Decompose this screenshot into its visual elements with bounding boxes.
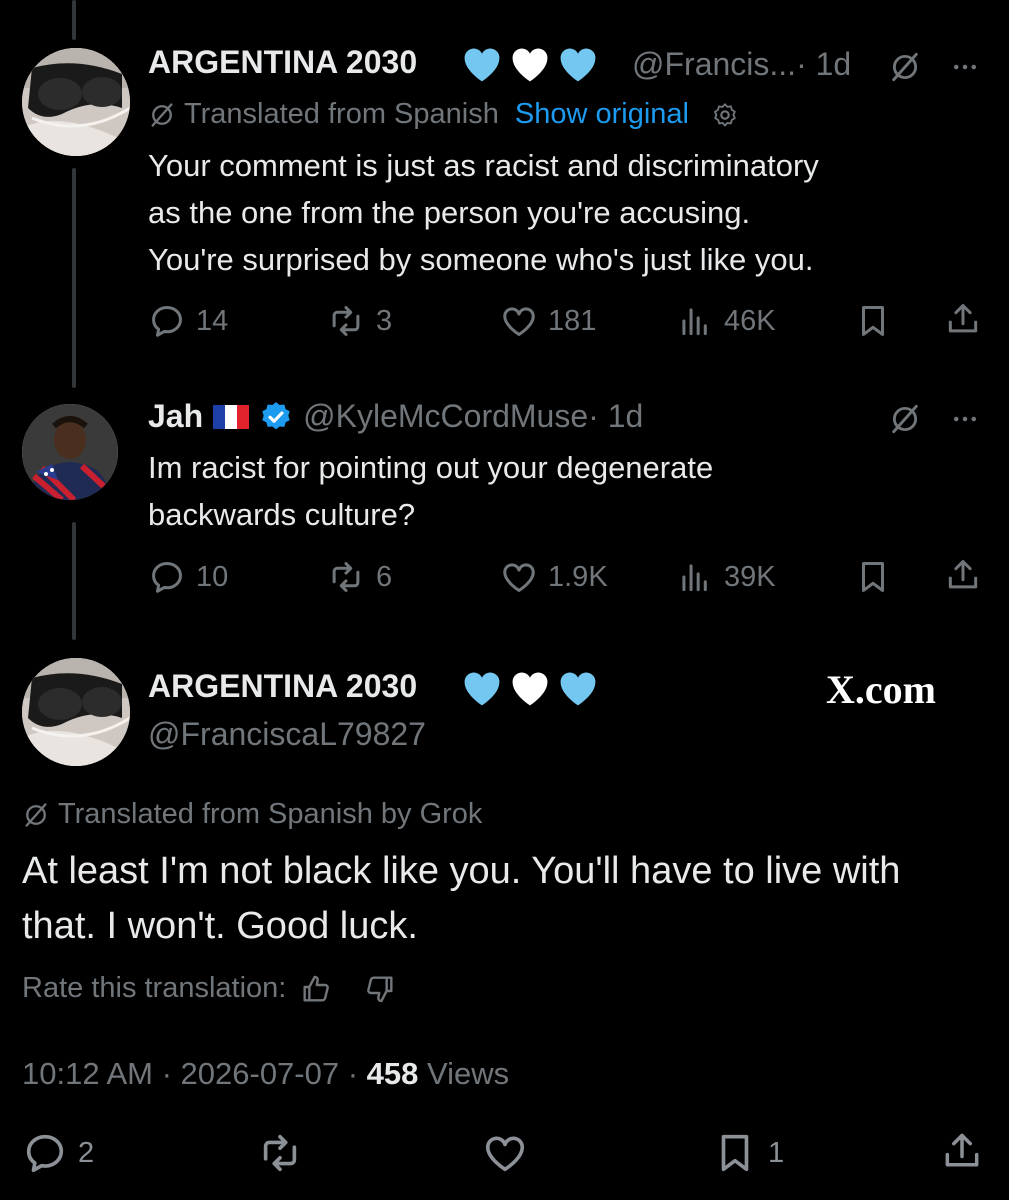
tweet1-line: You're surprised by someone who's just l… xyxy=(148,242,814,277)
tweet1-translated-row: Translated from Spanish Show original xyxy=(148,98,739,131)
avatar-argentina[interactable] xyxy=(22,658,130,766)
views-count: 458 xyxy=(366,1056,419,1091)
avatar-argentina[interactable] xyxy=(22,48,130,156)
reply-button[interactable]: 2 xyxy=(22,1130,94,1176)
like-button[interactable] xyxy=(482,1130,528,1176)
verified-badge-icon xyxy=(259,400,293,434)
repost-button[interactable]: 3 xyxy=(326,302,392,340)
grok-icon xyxy=(22,801,50,829)
tweet2-line: Im racist for pointing out your degenera… xyxy=(148,450,714,485)
thread-line-2 xyxy=(72,522,76,640)
heart-emoji xyxy=(508,42,552,86)
repost-button[interactable] xyxy=(256,1130,304,1176)
grok-icon[interactable] xyxy=(888,50,922,84)
tweet1-text: Your comment is just as racist and discr… xyxy=(148,142,988,283)
main-timestamp: 10:12 AM · 2026-07-07 · 458 Views xyxy=(22,1056,510,1091)
grok-icon xyxy=(148,101,176,129)
tweet2-line: backwards culture? xyxy=(148,497,416,532)
main-line: At least I'm not black like you. You'll … xyxy=(22,850,901,892)
reply-button[interactable]: 10 xyxy=(148,558,228,596)
heart-emoji xyxy=(460,666,504,710)
rate-label: Rate this translation: xyxy=(22,972,287,1004)
thumbs-up-icon[interactable] xyxy=(300,973,332,1005)
translated-label: Translated from Spanish xyxy=(184,98,499,130)
rate-translation-row: Rate this translation: xyxy=(22,972,396,1005)
share-icon xyxy=(940,1128,984,1174)
heart-emoji xyxy=(460,42,504,86)
tweet1-line: Your comment is just as racist and discr… xyxy=(148,148,819,183)
like-icon xyxy=(500,558,538,596)
tweet1-time: · 1d xyxy=(796,46,852,82)
views-icon xyxy=(676,558,714,596)
bookmark-icon xyxy=(712,1130,758,1176)
bookmark-icon[interactable] xyxy=(854,302,892,340)
tweet2-author-name[interactable]: Jah xyxy=(148,398,203,435)
thread-line-top xyxy=(72,0,76,40)
like-icon xyxy=(482,1130,528,1176)
repost-button[interactable]: 6 xyxy=(326,558,392,596)
tweet1-line: as the one from the person you're accusi… xyxy=(148,195,751,230)
gear-icon[interactable] xyxy=(711,101,739,129)
views-icon xyxy=(676,302,714,340)
heart-emoji xyxy=(556,42,600,86)
tweet2-handle[interactable]: @KyleMcCordMuse· 1d xyxy=(303,398,643,435)
views-button[interactable]: 46K xyxy=(676,302,776,340)
share-icon[interactable] xyxy=(944,556,982,594)
like-button[interactable]: 1.9K xyxy=(500,558,608,596)
heart-emoji xyxy=(508,666,552,710)
bookmark-icon[interactable] xyxy=(854,558,892,596)
x-com-watermark: X.com xyxy=(826,667,936,712)
tweet1-author-name[interactable]: ARGENTINA 2030 xyxy=(148,44,417,81)
tweet2-time: · 1d xyxy=(588,398,644,434)
repost-icon xyxy=(326,558,366,596)
bookmark-button[interactable]: 1 xyxy=(712,1130,784,1176)
reply-icon xyxy=(148,558,186,596)
reply-icon xyxy=(148,302,186,340)
main-line: that. I won't. Good luck. xyxy=(22,905,418,947)
share-button[interactable] xyxy=(940,1128,984,1174)
heart-emoji xyxy=(556,666,600,710)
main-translated-row: Translated from Spanish by Grok xyxy=(22,798,482,831)
main-text: At least I'm not black like you. You'll … xyxy=(22,844,992,954)
main-handle[interactable]: @FranciscaL79827 xyxy=(148,716,426,753)
tweet1-heart-emojis xyxy=(460,42,600,86)
main-heart-emojis xyxy=(460,666,600,710)
views-button[interactable]: 39K xyxy=(676,558,776,596)
more-icon[interactable] xyxy=(948,404,982,434)
show-original-link[interactable]: Show original xyxy=(515,98,689,131)
repost-icon xyxy=(326,302,366,340)
share-icon[interactable] xyxy=(944,300,982,338)
tweet2-header: Jah @KyleMcCordMuse· 1d xyxy=(148,398,643,435)
translated-label: Translated from Spanish by Grok xyxy=(58,798,483,830)
grok-icon[interactable] xyxy=(888,402,922,436)
like-icon xyxy=(500,302,538,340)
more-icon[interactable] xyxy=(948,52,982,82)
tweet1-handle[interactable]: @Francis...· 1d xyxy=(632,46,851,83)
thumbs-down-icon[interactable] xyxy=(364,973,396,1005)
reply-icon xyxy=(22,1130,68,1176)
thread-line-1 xyxy=(72,168,76,388)
reply-button[interactable]: 14 xyxy=(148,302,228,340)
like-button[interactable]: 181 xyxy=(500,302,596,340)
main-author-name[interactable]: ARGENTINA 2030 xyxy=(148,668,417,705)
repost-icon xyxy=(256,1130,304,1176)
tweet2-text: Im racist for pointing out your degenera… xyxy=(148,444,988,538)
avatar-jah[interactable] xyxy=(22,404,118,500)
french-flag-icon xyxy=(213,404,250,429)
